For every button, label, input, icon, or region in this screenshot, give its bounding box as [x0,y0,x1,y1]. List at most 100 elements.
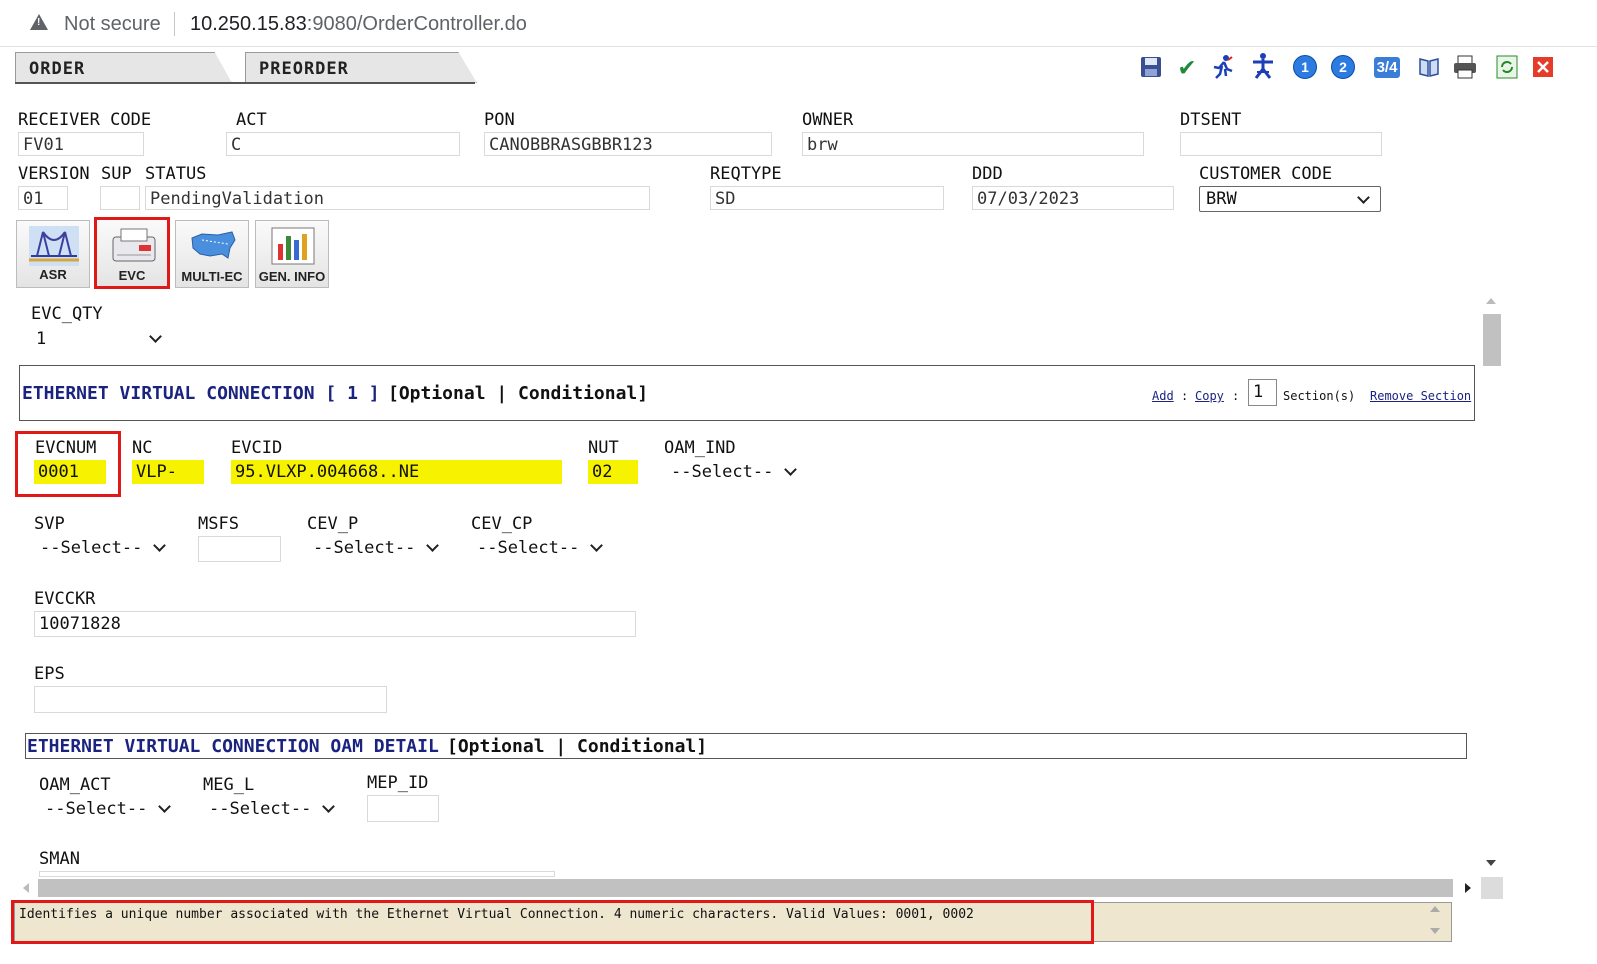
pon-label: PON [484,110,515,130]
customer-code-select[interactable]: BRW [1199,186,1381,212]
evc-qty-select[interactable]: 1 [31,327,167,351]
cev-p-label: CEV_P [307,514,359,534]
status-label: STATUS [145,164,207,184]
asr-label: ASR [39,267,67,282]
oam-act-value: --Select-- [45,799,148,819]
cev-p-select[interactable]: --Select-- [307,537,447,561]
book-icon[interactable] [1414,52,1444,82]
tab-order[interactable]: ORDER [15,52,232,83]
gen-info-button[interactable]: GEN. INFO [255,220,329,288]
check-icon[interactable]: ✔ [1172,52,1202,82]
scroll-down-icon[interactable] [1486,860,1496,866]
pon-field[interactable]: CANOBBRASGBBR123 [484,132,772,156]
save-icon[interactable] [1136,52,1166,82]
act-label: ACT [236,110,267,130]
eps-field[interactable] [34,686,387,713]
meg-l-value: --Select-- [209,799,312,819]
close-icon[interactable] [1528,52,1558,82]
address-bar[interactable]: Not secure 10.250.15.83:9080/OrderContro… [0,0,1597,47]
nc-label: NC [132,438,153,458]
cev-cp-value: --Select-- [477,538,580,558]
scroll-up-icon[interactable] [1486,298,1496,304]
two-icon[interactable]: 2 [1328,52,1358,82]
two-label: 2 [1331,55,1355,79]
chevron-down-icon [590,539,603,552]
meg-l-select[interactable]: --Select-- [203,798,343,822]
copy-link[interactable]: Copy [1195,389,1224,403]
evcckr-label: EVCCKR [34,589,96,609]
owner-field[interactable]: brw [802,132,1144,156]
url-text[interactable]: 10.250.15.83:9080/OrderController.do [190,13,527,36]
oam-section-title: ETHERNET VIRTUAL CONNECTION OAM DETAIL [27,736,439,757]
cev-cp-select[interactable]: --Select-- [471,537,611,561]
vertical-scrollbar[interactable] [1481,296,1503,872]
copy-count-input[interactable]: 1 [1248,379,1277,406]
ddd-label: DDD [972,164,1003,184]
warning-icon[interactable] [30,14,48,30]
hscroll-thumb[interactable] [38,879,1453,897]
nut-field[interactable]: 02 [588,460,638,484]
dtsent-field[interactable] [1180,132,1382,156]
reqtype-field[interactable]: SD [710,186,944,210]
mep-id-field[interactable] [367,795,439,822]
evc-section-header: ETHERNET VIRTUAL CONNECTION [ 1 ] [Optio… [19,365,1475,421]
remove-section-link[interactable]: Remove Section [1370,389,1471,403]
eps-label: EPS [34,664,65,684]
msfs-field[interactable] [198,536,281,562]
scroll-left-icon[interactable] [23,883,29,893]
sup-label: SUP [101,164,132,184]
desc-scroll-up-icon[interactable] [1430,906,1440,912]
svp-select[interactable]: --Select-- [34,537,174,561]
nut-label: NUT [588,438,619,458]
multi-ec-button[interactable]: MULTI-EC [175,220,249,288]
evc-qty-value: 1 [36,329,47,349]
add-link[interactable]: Add [1152,389,1174,403]
evcid-field[interactable]: 95.VLXP.004668..NE [231,460,562,484]
refresh-icon[interactable] [1492,52,1522,82]
nc-field[interactable]: VLP- [132,460,204,484]
copy-colon: : [1232,389,1240,403]
chevron-down-icon [149,330,162,343]
evc-label: EVC [118,268,146,283]
evc-section-title: ETHERNET VIRTUAL CONNECTION [ 1 ] [22,383,380,404]
ddd-field[interactable]: 07/03/2023 [972,186,1174,210]
evcnum-field[interactable]: 0001 [34,460,106,484]
chevron-down-icon [426,539,439,552]
scroll-thumb[interactable] [1483,314,1501,366]
oam-ind-select[interactable]: --Select-- [664,461,804,485]
evc-button[interactable]: EVC [94,217,170,289]
oam-ind-label: OAM_IND [664,438,736,458]
runner-alt-icon[interactable] [1248,52,1278,82]
evcnum-label: EVCNUM [35,438,97,458]
oam-act-select[interactable]: --Select-- [39,798,179,822]
gen-info-label: GEN. INFO [258,269,326,284]
meg-l-label: MEG_L [203,775,255,795]
runner-icon[interactable] [1208,52,1238,82]
asr-button[interactable]: ASR [16,220,90,288]
mep-id-label: MEP_ID [367,773,429,793]
msfs-label: MSFS [198,514,239,534]
print-icon[interactable] [1450,52,1480,82]
one-icon[interactable]: 1 [1290,52,1320,82]
status-field[interactable]: PendingValidation [145,186,650,210]
bridge-icon [29,226,79,266]
oam-section-optional: [Optional | Conditional] [447,736,708,757]
act-field[interactable]: C [226,132,460,156]
scroll-right-icon[interactable] [1465,883,1471,893]
security-label[interactable]: Not secure [64,13,161,36]
desc-scroll-down-icon[interactable] [1430,928,1440,934]
multi-ec-label: MULTI-EC [181,269,243,284]
sup-field[interactable] [100,186,140,210]
evc-section-optional: [Optional | Conditional] [388,383,649,404]
tab-preorder[interactable]: PREORDER [245,52,477,83]
version-field[interactable]: 01 [18,186,68,210]
three-four-icon[interactable]: 3/4 [1368,52,1406,82]
evcckr-field[interactable]: 10071828 [34,611,636,637]
evc-qty-label: EVC_QTY [31,304,103,324]
horizontal-scrollbar[interactable] [15,877,1475,899]
evcid-label: EVCID [231,438,283,458]
receiver-code-field[interactable]: FV01 [18,132,144,156]
oam-ind-value: --Select-- [671,462,774,482]
tab-underline [15,82,475,84]
chevron-down-icon [322,800,335,813]
